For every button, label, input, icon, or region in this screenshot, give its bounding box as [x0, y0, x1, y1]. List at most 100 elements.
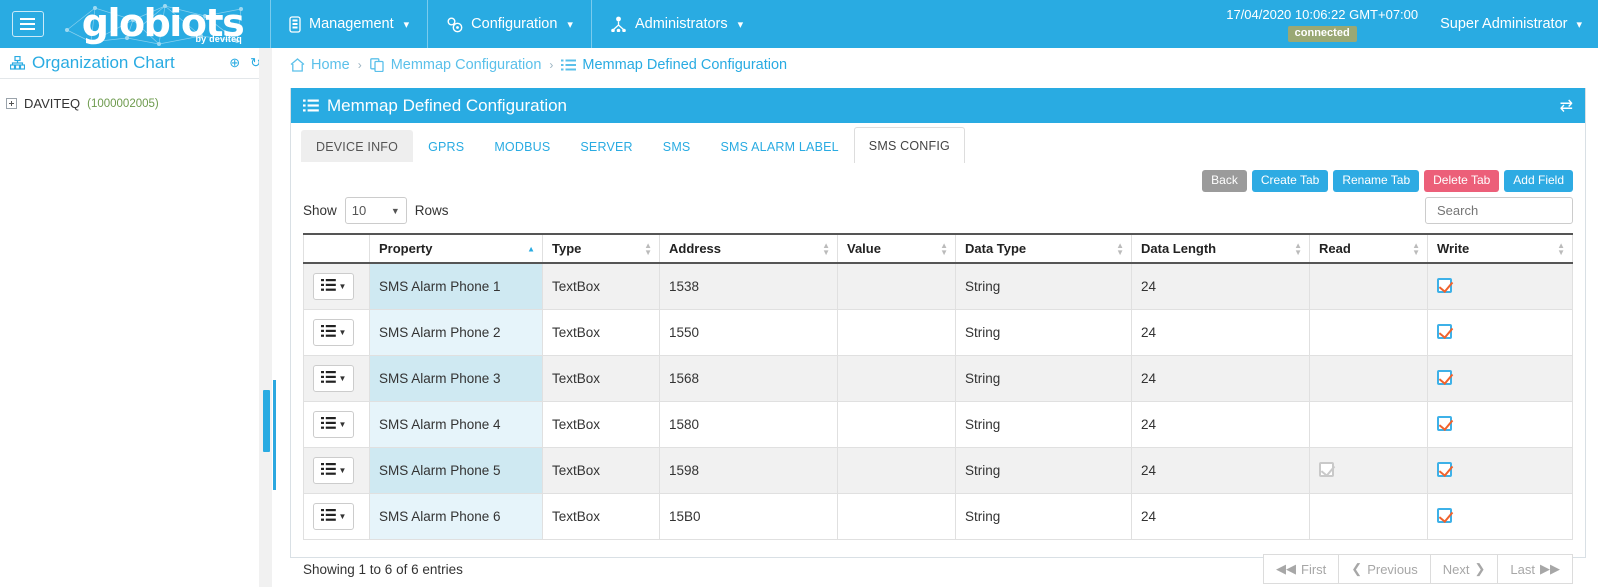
cell-write [1427, 355, 1573, 403]
pagination-last[interactable]: Last ▶▶ [1498, 554, 1573, 585]
checkbox-checked[interactable] [1437, 507, 1452, 523]
breadcrumb-item-home[interactable]: Home [290, 57, 350, 73]
sort-icon: ▲ ▼ [1294, 240, 1302, 257]
breadcrumb: Home › Memmap Configuration › Memmap Def… [278, 48, 1598, 82]
pagination-previous[interactable]: ❮ Previous [1339, 554, 1431, 585]
cell-data-type: String [955, 355, 1132, 403]
row-menu-button[interactable]: ▼ [313, 273, 354, 301]
column-actions[interactable] [303, 233, 370, 265]
list-icon [320, 325, 336, 340]
cell-read [1309, 447, 1428, 495]
checkbox-checked[interactable] [1437, 369, 1452, 385]
delete-tab-button[interactable]: Delete Tab [1424, 170, 1500, 193]
list-icon [320, 509, 336, 524]
add-field-button[interactable]: Add Field [1504, 170, 1573, 193]
column-address[interactable]: Address ▲ ▼ [659, 233, 838, 265]
tab-label: MODBUS [494, 140, 551, 154]
pagination-last-label: Last [1510, 561, 1535, 577]
checkbox-checked[interactable] [1437, 277, 1452, 293]
column-value[interactable]: Value ▲ ▼ [837, 233, 956, 265]
table-row[interactable]: ▼ SMS Alarm Phone 4 TextBox 1580 String 24 [303, 401, 1573, 449]
organization-chart-header: Organization Chart ⊕ ↻ [0, 48, 271, 79]
nav-item-administrators[interactable]: Administrators ▾ [590, 0, 761, 48]
column-property[interactable]: Property ▲ [369, 233, 543, 265]
tab-modbus[interactable]: MODBUS [479, 130, 565, 162]
column-data-length[interactable]: Data Length ▲ ▼ [1131, 233, 1310, 265]
list-icon [320, 417, 336, 432]
brand-logo[interactable]: globiots by deviteq [55, 0, 270, 48]
rename-tab-button[interactable]: Rename Tab [1333, 170, 1420, 193]
table-row[interactable]: ▼ SMS Alarm Phone 2 TextBox 1550 String 24 [303, 309, 1573, 357]
search-input[interactable] [1435, 202, 1563, 220]
cell-write [1427, 401, 1573, 449]
organization-tree: DAVITEQ (1000002005) [0, 79, 271, 114]
tree-node-daviteq[interactable]: DAVITEQ (1000002005) [6, 93, 271, 114]
tab-label: SMS ALARM LABEL [720, 140, 839, 154]
panel-header: Memmap Defined Configuration ⇄ [291, 88, 1585, 123]
pagination-next[interactable]: Next ❯ [1430, 554, 1499, 585]
table-row[interactable]: ▼ SMS Alarm Phone 5 TextBox 1598 String 24 [303, 447, 1573, 495]
column-write[interactable]: Write ▲ ▼ [1427, 233, 1573, 265]
column-read[interactable]: Read ▲ ▼ [1309, 233, 1428, 265]
double-right-icon: ▶▶ [1540, 561, 1560, 577]
table-row[interactable]: ▼ SMS Alarm Phone 1 TextBox 1538 String 24 [303, 262, 1573, 311]
cell-data-type: String [955, 309, 1132, 357]
tab-sms-alarm-label[interactable]: SMS ALARM LABEL [705, 130, 853, 162]
checkbox-checked[interactable] [1437, 323, 1452, 339]
row-menu-button[interactable]: ▼ [313, 319, 354, 347]
tab-sms-config[interactable]: SMS CONFIG [853, 127, 965, 163]
cell-value [837, 401, 956, 449]
row-menu-button[interactable]: ▼ [313, 503, 354, 531]
gears-icon [446, 16, 463, 33]
checkbox-checked[interactable] [1437, 461, 1452, 477]
table-row[interactable]: ▼ SMS Alarm Phone 6 TextBox 15B0 String 24 [303, 493, 1573, 541]
chevron-down-icon: ▼ [338, 420, 347, 430]
tab-gprs[interactable]: GPRS [413, 130, 479, 162]
sidebar-scrollbar-track[interactable] [259, 48, 272, 587]
user-menu[interactable]: Super Administrator ▾ [1440, 16, 1582, 32]
cell-read [1309, 493, 1428, 541]
chevron-down-icon: ▾ [1576, 18, 1582, 31]
row-menu-button[interactable]: ▼ [313, 365, 354, 393]
column-type[interactable]: Type ▲ ▼ [542, 233, 660, 265]
search-box[interactable] [1425, 197, 1573, 225]
column-data-type[interactable]: Data Type ▲ ▼ [955, 233, 1132, 265]
zoom-icon[interactable]: ⊕ [229, 55, 240, 71]
expand-plus-icon[interactable] [6, 98, 17, 109]
tab-device-info[interactable]: DEVICE INFO [301, 130, 414, 162]
panel-title: Memmap Defined Configuration [327, 95, 568, 115]
cell-address: 15B0 [659, 493, 838, 541]
content-scrollbar-thumb[interactable] [273, 380, 276, 490]
back-button[interactable]: Back [1202, 170, 1247, 193]
panel-refresh-icon[interactable]: ⇄ [1560, 96, 1573, 116]
chevron-down-icon: ▾ [567, 18, 573, 31]
status-badge: connected [1287, 26, 1357, 42]
pagination-first[interactable]: ◀◀ First [1263, 554, 1340, 585]
create-tab-button[interactable]: Create Tab [1251, 170, 1329, 193]
cell-property: SMS Alarm Phone 2 [369, 309, 543, 357]
tab-label: SERVER [580, 140, 633, 154]
sort-icon: ▲ ▼ [940, 240, 948, 257]
breadcrumb-item-memmap-defined-configuration[interactable]: Memmap Defined Configuration [561, 57, 787, 73]
sort-icon: ▲ ▼ [644, 240, 652, 257]
breadcrumb-item-memmap-configuration[interactable]: Memmap Configuration [369, 57, 541, 73]
rows-per-page-select[interactable]: 10 ▼ [344, 197, 407, 225]
nav-item-configuration[interactable]: Configuration ▾ [427, 0, 591, 48]
row-menu-button[interactable]: ▼ [313, 457, 354, 485]
hamburger-icon[interactable] [11, 11, 44, 37]
row-menu-button[interactable]: ▼ [313, 411, 354, 439]
cell-address: 1568 [659, 355, 838, 403]
content-scrollbar-track[interactable] [273, 48, 277, 587]
sidebar-scrollbar-thumb[interactable] [263, 390, 270, 452]
user-menu-label: Super Administrator [1440, 16, 1568, 32]
tab-server[interactable]: SERVER [565, 130, 647, 162]
organization-chart-title: Organization Chart [10, 53, 175, 73]
sort-asc-icon: ▲ [527, 244, 535, 254]
table-row[interactable]: ▼ SMS Alarm Phone 3 TextBox 1568 String 24 [303, 355, 1573, 403]
cell-write [1427, 262, 1573, 311]
cell-data-length: 24 [1131, 355, 1310, 403]
tab-sms[interactable]: SMS [648, 130, 706, 162]
sort-icon: ▲ ▼ [1116, 240, 1124, 257]
checkbox-checked[interactable] [1437, 415, 1452, 431]
nav-item-management[interactable]: Management ▾ [270, 0, 427, 48]
